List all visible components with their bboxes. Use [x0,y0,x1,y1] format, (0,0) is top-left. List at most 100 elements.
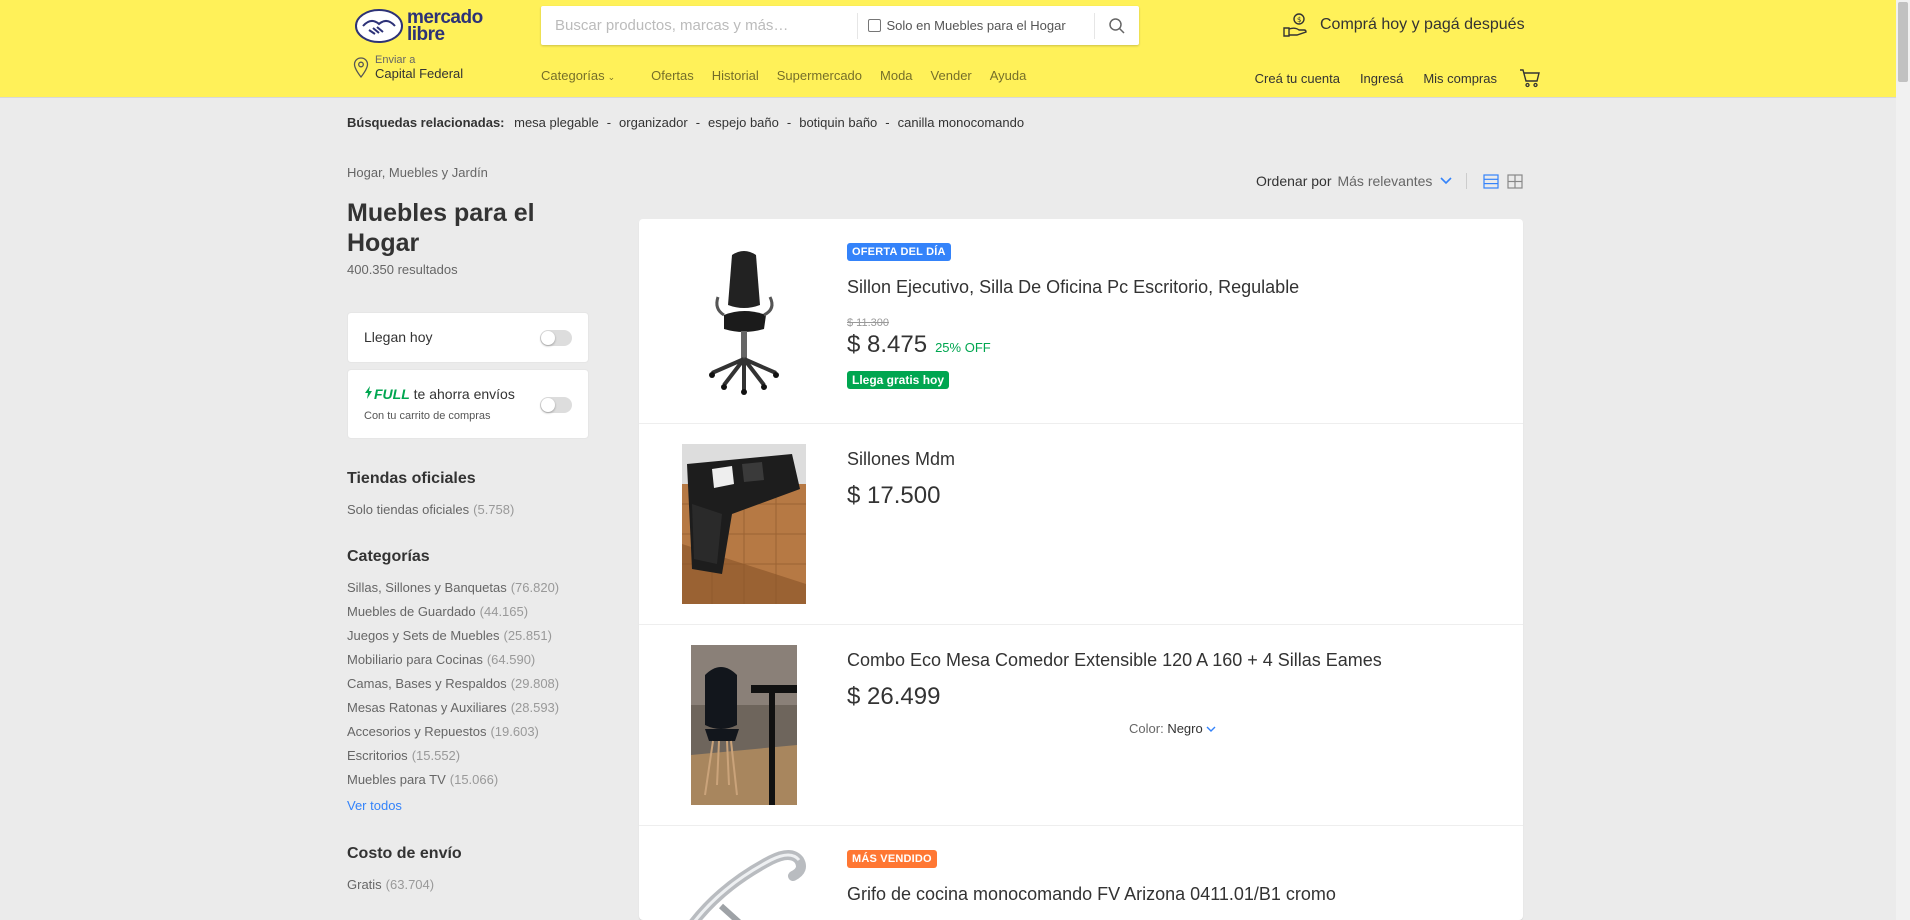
costo-envio-title: Costo de envío [347,845,462,862]
cart-button[interactable] [1519,68,1541,88]
dining-set-image [691,645,797,805]
product-image[interactable] [681,846,807,920]
filter-tiendas-oficiales[interactable]: Solo tiendas oficiales (5.758) [347,502,514,517]
related-item[interactable]: organizador [619,115,688,130]
checkbox-icon[interactable] [868,19,882,32]
list-item[interactable]: Combo Eco Mesa Comedor Extensible 120 A … [639,625,1523,826]
search-scope-checkbox[interactable]: Solo en Muebles para el Hogar [858,18,1094,33]
chevron-down-icon[interactable] [1440,177,1452,185]
filter-label: Llegan hoy [364,329,433,345]
category-label: Camas, Bases y Respaldos [347,676,507,691]
price-value: $ 8.475 [847,331,928,358]
category-link[interactable]: Mesas Ratonas y Auxiliares (28.593) [347,700,559,715]
breadcrumb[interactable]: Hogar, Muebles y Jardín [347,165,488,180]
related-item[interactable]: botiquin baño [799,115,877,130]
chevron-down-icon: ⌄ [607,72,616,82]
scrollbar-thumb[interactable] [1898,2,1908,82]
list-item[interactable]: Sillones Mdm $ 17.500 [639,424,1523,625]
filter-label: Solo tiendas oficiales [347,502,470,517]
category-link[interactable]: Mobiliario para Cocinas (64.590) [347,652,535,667]
search-input[interactable] [541,6,858,45]
toggle-switch[interactable] [540,397,572,413]
filter-full[interactable]: FULL te ahorra envíos Con tu carrito de … [347,369,589,439]
product-title[interactable]: Sillon Ejecutivo, Silla De Oficina Pc Es… [847,277,1299,298]
handshake-logo-icon [355,9,403,43]
separator: - [695,115,701,130]
login-link[interactable]: Ingresá [1360,71,1403,86]
list-item[interactable]: MÁS VENDIDO Grifo de cocina monocomando … [639,826,1523,920]
category-count: (44.165) [479,604,529,619]
ship-location: Capital Federal [375,66,464,81]
category-link[interactable]: Muebles de Guardado (44.165) [347,604,528,619]
grid-view-button[interactable] [1507,173,1524,189]
product-price: $ 8.475 25% OFF [847,331,991,359]
category-label: Juegos y Sets de Muebles [347,628,500,643]
filter-label: Gratis [347,877,382,892]
nav-vender[interactable]: Vender [931,68,972,83]
create-account-link[interactable]: Creá tu cuenta [1255,71,1340,86]
category-label: Accesorios y Repuestos [347,724,487,739]
nav-ayuda[interactable]: Ayuda [990,68,1027,83]
results-count: 400.350 resultados [347,262,458,277]
divider [1466,173,1468,189]
product-image[interactable] [681,645,807,805]
office-chair-image [709,251,779,395]
search-button[interactable] [1095,6,1139,45]
list-item[interactable]: OFERTA DEL DÍA Sillon Ejecutivo, Silla D… [639,219,1523,424]
sort-dropdown[interactable]: Más relevantes [1337,173,1432,189]
location-pin-icon [353,56,369,78]
product-image[interactable] [681,444,807,604]
ver-todos-link[interactable]: Ver todos [347,798,402,813]
category-count: (25.851) [503,628,552,643]
attr-label: Color: [1129,721,1164,736]
category-label: Mesas Ratonas y Auxiliares [347,700,507,715]
category-link[interactable]: Juegos y Sets de Muebles (25.851) [347,628,552,643]
nav-moda[interactable]: Moda [880,68,913,83]
search-bar: Solo en Muebles para el Hogar [541,6,1139,45]
category-count: (29.808) [510,676,560,691]
category-count: (76.820) [510,580,560,595]
category-label: Muebles para TV [347,772,446,787]
deal-badge: OFERTA DEL DÍA [847,243,951,261]
category-link[interactable]: Sillas, Sillones y Banquetas (76.820) [347,580,559,595]
nav-categorias[interactable]: Categorías ⌄ [541,68,633,83]
nav-ofertas[interactable]: Ofertas [651,68,694,83]
nav-supermercado[interactable]: Supermercado [777,68,862,83]
toggle-switch[interactable] [540,330,572,346]
full-text: te ahorra envíos [413,386,515,402]
svg-text:$: $ [1297,16,1301,24]
mercadolibre-logo[interactable]: mercado libre [355,6,483,46]
filter-count: (63.704) [385,877,435,892]
filter-llegan-hoy[interactable]: Llegan hoy [347,312,589,363]
separator: - [606,115,612,130]
original-price: $ 11.300 [847,317,890,329]
related-item[interactable]: canilla monocomando [898,115,1024,130]
promo-link[interactable]: $ Comprá hoy y pagá después [1282,12,1525,38]
category-link[interactable]: Escritorios (15.552) [347,748,460,763]
category-count: (15.066) [449,772,499,787]
related-item[interactable]: espejo baño [708,115,779,130]
promo-text: Comprá hoy y pagá después [1320,16,1525,33]
nav-label: Categorías [541,68,605,83]
page-scrollbar[interactable] [1896,0,1910,920]
attr-value: Negro [1167,721,1203,736]
product-image[interactable] [681,241,807,399]
my-purchases-link[interactable]: Mis compras [1423,71,1497,86]
filter-envio-gratis[interactable]: Gratis (63.704) [347,877,434,892]
full-subtitle: Con tu carrito de compras [364,410,491,422]
nav-historial[interactable]: Historial [712,68,759,83]
full-brand: FULL [374,386,410,402]
category-link[interactable]: Camas, Bases y Respaldos (29.808) [347,676,559,691]
category-link[interactable]: Accesorios y Repuestos (19.603) [347,724,539,739]
shipping-location[interactable]: Enviar a Capital Federal [353,54,463,81]
product-title[interactable]: Combo Eco Mesa Comedor Extensible 120 A … [847,650,1382,671]
list-view-button[interactable] [1483,173,1500,189]
related-item[interactable]: mesa plegable [514,115,599,130]
tiendas-title: Tiendas oficiales [347,470,476,487]
category-link[interactable]: Muebles para TV (15.066) [347,772,498,787]
product-title[interactable]: Grifo de cocina monocomando FV Arizona 0… [847,884,1336,905]
category-label: Mobiliario para Cocinas [347,652,483,667]
product-title[interactable]: Sillones Mdm [847,449,955,470]
category-label: Muebles de Guardado [347,604,476,619]
color-variant[interactable]: Color: Negro [1129,721,1216,736]
